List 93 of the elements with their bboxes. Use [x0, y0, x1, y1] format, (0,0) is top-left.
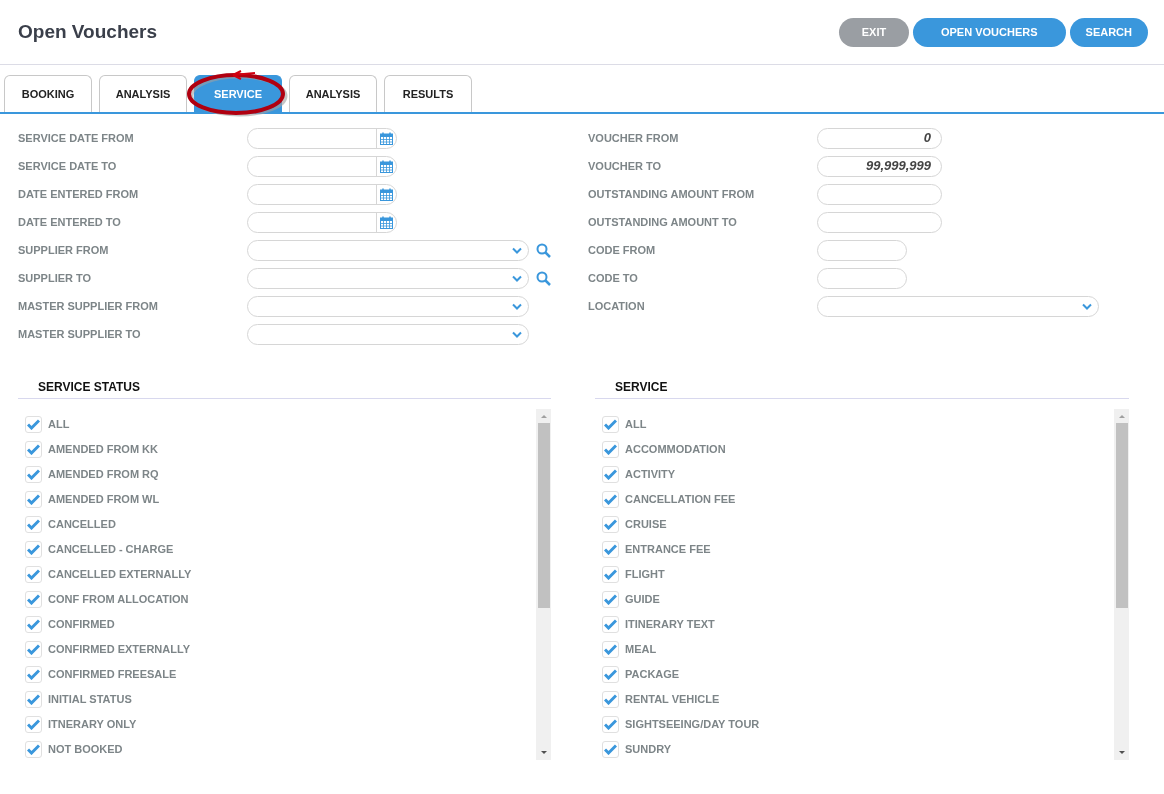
checkbox-label: CONFIRMED FREESALE	[48, 667, 177, 683]
calendar-icon[interactable]	[380, 215, 393, 229]
calendar-icon[interactable]	[380, 187, 393, 201]
checkbox[interactable]	[25, 741, 42, 758]
checkbox-label: ENTRANCE FEE	[625, 542, 711, 558]
checkbox-label: ACCOMMODATION	[625, 442, 726, 458]
checkbox-label: CONFIRMED EXTERNALLY	[48, 642, 190, 658]
checkbox-label: FLIGHT	[625, 567, 665, 583]
checkbox[interactable]	[602, 591, 619, 608]
checkbox[interactable]	[25, 641, 42, 658]
scrollbar-thumb[interactable]	[1115, 423, 1128, 608]
checkbox[interactable]	[602, 491, 619, 508]
search-icon[interactable]	[536, 242, 551, 258]
field-label: CODE FROM	[588, 242, 657, 258]
field-label: SERVICE DATE FROM	[18, 130, 135, 146]
field-label: SUPPLIER TO	[18, 270, 93, 286]
search-icon[interactable]	[536, 270, 551, 286]
checkbox[interactable]	[25, 516, 42, 533]
field-label: VOUCHER TO	[588, 158, 663, 174]
checkbox[interactable]	[602, 691, 619, 708]
checkbox[interactable]	[602, 666, 619, 683]
checkbox-label: CRUISE	[625, 517, 667, 533]
field-label: MASTER SUPPLIER TO	[18, 326, 142, 342]
checkbox-label: AMENDED FROM WL	[48, 492, 160, 508]
field-label: LOCATION	[588, 298, 646, 314]
field-label: VOUCHER FROM	[588, 130, 680, 146]
checkbox[interactable]	[602, 516, 619, 533]
checkbox-label: RENTAL VEHICLE	[625, 692, 720, 708]
checkbox-label: ACTIVITY	[625, 467, 676, 483]
tab[interactable]: BOOKING	[4, 75, 92, 112]
field-label: OUTSTANDING AMOUNT TO	[588, 214, 738, 230]
field-label: DATE ENTERED TO	[18, 214, 122, 230]
tab[interactable]: RESULTS	[384, 75, 472, 112]
checkbox[interactable]	[25, 591, 42, 608]
chevron-down-icon[interactable]	[512, 246, 522, 254]
chevron-down-icon[interactable]	[512, 274, 522, 282]
chevron-down-icon[interactable]	[1082, 302, 1092, 310]
checkbox-label: CANCELLATION FEE	[625, 492, 736, 508]
checkbox[interactable]	[25, 716, 42, 733]
checkbox-label: ALL	[48, 417, 70, 433]
checkbox-label: ALL	[625, 417, 647, 433]
calendar-icon[interactable]	[380, 131, 393, 145]
checkbox-label: ITNERARY ONLY	[48, 717, 137, 733]
checkbox-label: AMENDED FROM KK	[48, 442, 158, 458]
checkbox-label: SIGHTSEEING/DAY TOUR	[625, 717, 760, 733]
section-heading: SERVICE	[595, 378, 1129, 399]
scrollbar[interactable]	[1114, 409, 1129, 760]
checkbox[interactable]	[602, 716, 619, 733]
checkbox[interactable]	[602, 466, 619, 483]
chevron-down-icon[interactable]	[512, 330, 522, 338]
checkbox[interactable]	[25, 566, 42, 583]
scrollbar[interactable]	[536, 409, 551, 760]
checkbox[interactable]	[602, 616, 619, 633]
checkbox[interactable]	[25, 541, 42, 558]
checkbox-label: CONFIRMED	[48, 617, 115, 633]
checkbox-label: CANCELLED - CHARGE	[48, 542, 174, 558]
checkbox[interactable]	[25, 691, 42, 708]
checkbox-label: PACKAGE	[625, 667, 680, 683]
section-heading: SERVICE STATUS	[18, 378, 551, 399]
checkbox-label: CANCELLED	[48, 517, 116, 533]
checkbox-label: ITINERARY TEXT	[625, 617, 715, 633]
checkbox[interactable]	[25, 616, 42, 633]
checkbox[interactable]	[602, 541, 619, 558]
checkbox[interactable]	[25, 491, 42, 508]
checkbox-label: CONF FROM ALLOCATION	[48, 592, 189, 608]
checkbox[interactable]	[25, 441, 42, 458]
page-title: Open Vouchers	[18, 19, 157, 44]
checkbox[interactable]	[25, 466, 42, 483]
checkbox-label: MEAL	[625, 642, 657, 658]
field-label: OUTSTANDING AMOUNT FROM	[588, 186, 756, 202]
checkbox[interactable]	[602, 416, 619, 433]
checkbox[interactable]	[602, 641, 619, 658]
checkbox[interactable]	[602, 441, 619, 458]
checkbox-label: AMENDED FROM RQ	[48, 467, 159, 483]
checkbox-label: CANCELLED EXTERNALLY	[48, 567, 192, 583]
checkbox-label: NOT BOOKED	[48, 742, 123, 758]
checkbox-label: INITIAL STATUS	[48, 692, 132, 708]
field-label: MASTER SUPPLIER FROM	[18, 298, 159, 314]
checkbox[interactable]	[602, 566, 619, 583]
field-label: DATE ENTERED FROM	[18, 186, 140, 202]
scrollbar-thumb[interactable]	[537, 423, 550, 608]
chevron-down-icon[interactable]	[512, 302, 522, 310]
field-label: SERVICE DATE TO	[18, 158, 118, 174]
field-label: SUPPLIER FROM	[18, 242, 110, 258]
checkbox-label: GUIDE	[625, 592, 660, 608]
checkbox[interactable]	[25, 666, 42, 683]
field-label: CODE TO	[588, 270, 639, 286]
tab[interactable]: ANALYSIS	[289, 75, 377, 112]
checkbox-label: SUNDRY	[625, 742, 672, 758]
checkbox[interactable]	[602, 741, 619, 758]
checkbox[interactable]	[25, 416, 42, 433]
calendar-icon[interactable]	[380, 159, 393, 173]
tab[interactable]: ANALYSIS	[99, 75, 187, 112]
